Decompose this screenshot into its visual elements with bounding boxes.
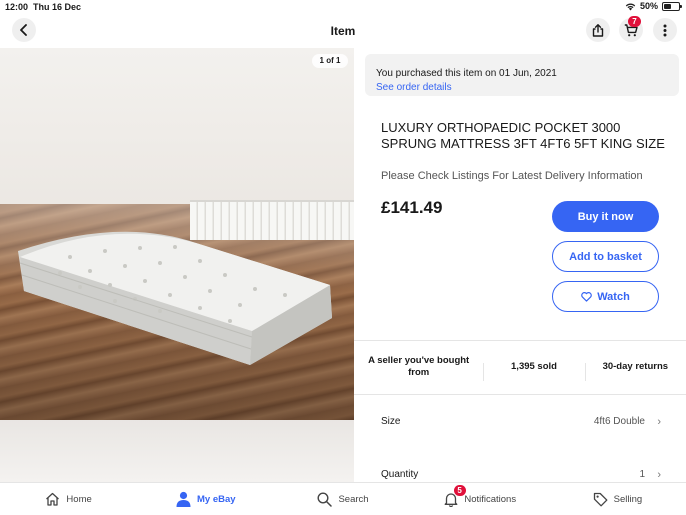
divider: [354, 394, 686, 395]
image-wall: [0, 48, 354, 218]
app-header: Item 7: [0, 14, 686, 48]
item-details: You purchased this item on 01 Jun, 2021 …: [354, 48, 686, 482]
more-options-button[interactable]: [653, 18, 677, 42]
share-button[interactable]: [586, 18, 610, 42]
buy-it-now-label: Buy it now: [577, 210, 634, 223]
more-vertical-icon: [663, 24, 667, 36]
buy-it-now-button[interactable]: Buy it now: [552, 201, 659, 232]
status-date: Thu 16 Dec: [33, 2, 82, 12]
heart-icon: [581, 291, 592, 302]
watch-label: Watch: [597, 290, 630, 303]
battery-fill: [664, 3, 671, 9]
item-price: £141.49: [381, 198, 443, 217]
nav-search[interactable]: Search: [274, 483, 411, 515]
item-subtitle: Please Check Listings For Latest Deliver…: [381, 170, 643, 182]
nav-my-ebay-label: My eBay: [197, 493, 236, 505]
feature-sold: 1,395 sold: [483, 361, 584, 381]
page-title: Item: [330, 24, 356, 38]
nav-notifications-label: Notifications: [464, 493, 517, 505]
chevron-right-icon: ›: [657, 469, 661, 481]
nav-selling[interactable]: Selling: [549, 483, 686, 515]
battery-percent: 50%: [639, 1, 658, 11]
add-to-basket-button[interactable]: Add to basket: [552, 241, 659, 272]
search-icon: [317, 491, 333, 507]
size-value: 4ft6 Double: [593, 416, 645, 427]
image-counter: 1 of 1: [312, 54, 348, 68]
seller-features: A seller you've bought from 1,395 sold 3…: [354, 343, 686, 391]
share-icon: [592, 23, 604, 37]
nav-search-label: Search: [338, 493, 369, 505]
nav-my-ebay[interactable]: My eBay: [137, 483, 274, 515]
nav-home[interactable]: Home: [0, 483, 137, 515]
battery-icon: [662, 1, 682, 11]
wifi-icon: [625, 3, 636, 11]
person-icon: [176, 491, 191, 507]
chevron-right-icon: ›: [657, 416, 661, 428]
mattress-image: [18, 231, 332, 365]
cart-count-badge: 7: [628, 16, 641, 27]
purchase-banner: You purchased this item on 01 Jun, 2021 …: [365, 54, 679, 96]
nav-notifications[interactable]: Notifications 5: [412, 483, 549, 515]
quantity-value: 1: [639, 469, 645, 480]
status-right: 50%: [625, 1, 682, 11]
notifications-count-badge: 5: [453, 485, 466, 496]
home-icon: [46, 492, 60, 506]
bottom-navigation: Home My eBay Search Notifications 5 Sell…: [0, 482, 686, 515]
status-time: 12:00: [5, 2, 29, 12]
purchase-text: You purchased this item on 01 Jun, 2021: [376, 68, 557, 79]
feature-seller: A seller you've bought from: [368, 355, 470, 378]
image-lower-area: [0, 420, 354, 482]
see-order-details-link[interactable]: See order details: [376, 82, 668, 93]
item-title: LUXURY ORTHOPAEDIC POCKET 3000 SPRUNG MA…: [381, 120, 665, 151]
nav-selling-label: Selling: [613, 493, 643, 505]
add-to-basket-label: Add to basket: [569, 250, 642, 263]
divider: [354, 340, 686, 341]
size-label: Size: [381, 416, 401, 427]
nav-home-label: Home: [66, 493, 92, 505]
product-image-gallery[interactable]: 1 of 1: [0, 48, 354, 482]
size-selector[interactable]: Size 4ft6 Double ›: [381, 416, 661, 432]
feature-returns: 30-day returns: [584, 361, 686, 381]
status-bar: 12:00 Thu 16 Dec 50%: [0, 0, 686, 14]
quantity-label: Quantity: [381, 469, 419, 480]
watch-button[interactable]: Watch: [552, 281, 659, 312]
tag-icon: [593, 492, 608, 506]
